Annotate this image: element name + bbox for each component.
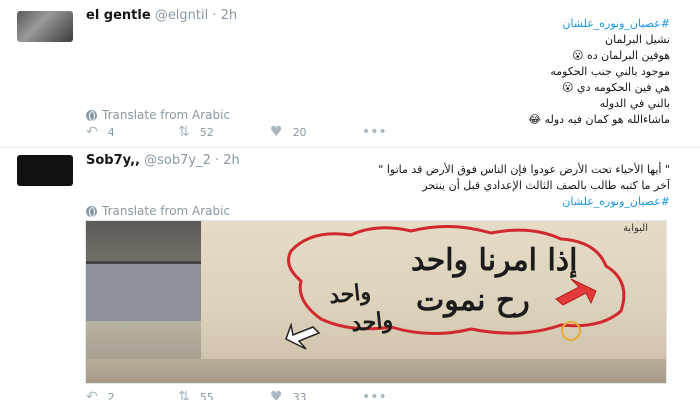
tweet-image[interactable]: إذا امرنا واحد رح نموت واحد واحد البوابة	[85, 220, 667, 384]
display-name[interactable]: el gentle	[86, 8, 151, 23]
hashtag[interactable]: #عصيان_ونوره_علشان	[250, 194, 670, 210]
emoji: 😮	[572, 49, 584, 62]
timestamp[interactable]: 2h	[221, 8, 238, 23]
tweet-line: نشيل البرلمان	[605, 33, 670, 46]
separator: ·	[212, 8, 217, 23]
tweet-actions: ↶ 2 ⇅ 55 ♥ 33 •••	[86, 390, 454, 400]
tweet[interactable]: Sob7y,, @sob7y_2 · 2h " أيها الأحياء تحت…	[0, 148, 700, 400]
graffiti-text: واحد	[349, 306, 395, 338]
avatar[interactable]	[17, 11, 73, 42]
reply-count: 2	[107, 390, 115, 400]
display-name[interactable]: Sob7y,,	[86, 153, 140, 168]
like-button[interactable]: ♥ 20	[270, 125, 362, 139]
image-watermark: البوابة	[623, 223, 648, 234]
heart-icon: ♥	[270, 389, 283, 400]
reply-icon: ↶	[86, 389, 98, 400]
like-count: 33	[292, 390, 307, 400]
emoji: 😮	[562, 81, 574, 94]
retweet-count: 55	[199, 390, 214, 400]
heart-icon: ♥	[270, 124, 283, 140]
reply-button[interactable]: ↶ 4	[86, 125, 178, 139]
tweet-line: هي فين الحكومه دي 😮	[410, 80, 670, 96]
tweet-line: موجود بالني جنب الحكومه	[550, 65, 670, 78]
timestamp[interactable]: 2h	[223, 153, 240, 168]
username[interactable]: @sob7y_2	[144, 153, 211, 168]
retweet-icon: ⇅	[178, 389, 190, 400]
tweet-line: آخر ما كتبه طالب بالصف الثالث الإعدادي ق…	[422, 179, 670, 192]
translate-link[interactable]: Translate from Arabic	[86, 108, 230, 122]
more-icon: •••	[362, 124, 387, 140]
retweet-count: 52	[199, 125, 214, 139]
reply-button[interactable]: ↶ 2	[86, 390, 178, 400]
tweet-header: el gentle @elgntil · 2h	[86, 8, 237, 23]
graffiti-text: واحد	[327, 278, 373, 310]
tweet-text: " أيها الأحياء تحت الأرض عودوا فإن الناس…	[250, 162, 670, 210]
like-count: 20	[292, 125, 307, 139]
image-ground	[86, 359, 666, 383]
avatar[interactable]	[17, 155, 73, 186]
separator: ·	[215, 153, 220, 168]
globe-icon	[86, 109, 97, 121]
more-button[interactable]: •••	[362, 390, 454, 400]
retweet-icon: ⇅	[178, 124, 190, 140]
emoji: 😂	[528, 113, 542, 126]
image-wall: إذا امرنا واحد رح نموت واحد واحد البوابة	[201, 221, 666, 361]
more-button[interactable]: •••	[362, 125, 454, 139]
more-icon: •••	[362, 389, 387, 400]
reply-count: 4	[107, 125, 115, 139]
reply-icon: ↶	[86, 124, 98, 140]
translate-link[interactable]: Translate from Arabic	[86, 204, 230, 218]
tweet-line-text: هي فين الحكومه دي	[577, 81, 670, 94]
translate-label: Translate from Arabic	[102, 204, 231, 218]
tweet-header: Sob7y,, @sob7y_2 · 2h	[86, 153, 240, 168]
retweet-button[interactable]: ⇅ 52	[178, 125, 270, 139]
tweet[interactable]: el gentle @elgntil · 2h #عصيان_ونوره_علش…	[0, 0, 700, 148]
tweet-text: #عصيان_ونوره_علشان نشيل البرلمان هوفين ا…	[410, 16, 670, 128]
like-button[interactable]: ♥ 33	[270, 390, 362, 400]
tweet-line: هوفين البرلمان ده 😮	[410, 48, 670, 64]
tweet-line: " أيها الأحياء تحت الأرض عودوا فإن الناس…	[378, 163, 670, 176]
tweet-line-text: هوفين البرلمان ده	[586, 49, 670, 62]
username[interactable]: @elgntil	[155, 8, 208, 23]
graffiti-text: إذا امرنا واحد	[411, 243, 578, 278]
tweet-line: بالني في الدوله	[599, 97, 670, 110]
translate-label: Translate from Arabic	[102, 108, 231, 122]
globe-icon	[86, 205, 97, 217]
retweet-button[interactable]: ⇅ 55	[178, 390, 270, 400]
hashtag[interactable]: #عصيان_ونوره_علشان	[410, 16, 670, 32]
tweet-actions: ↶ 4 ⇅ 52 ♥ 20 •••	[86, 125, 454, 139]
tweet-line-text: ماشاءالله هو كمان فيه دوله	[544, 113, 670, 126]
graffiti-text: رح نموت	[416, 283, 530, 318]
image-window	[86, 261, 201, 321]
